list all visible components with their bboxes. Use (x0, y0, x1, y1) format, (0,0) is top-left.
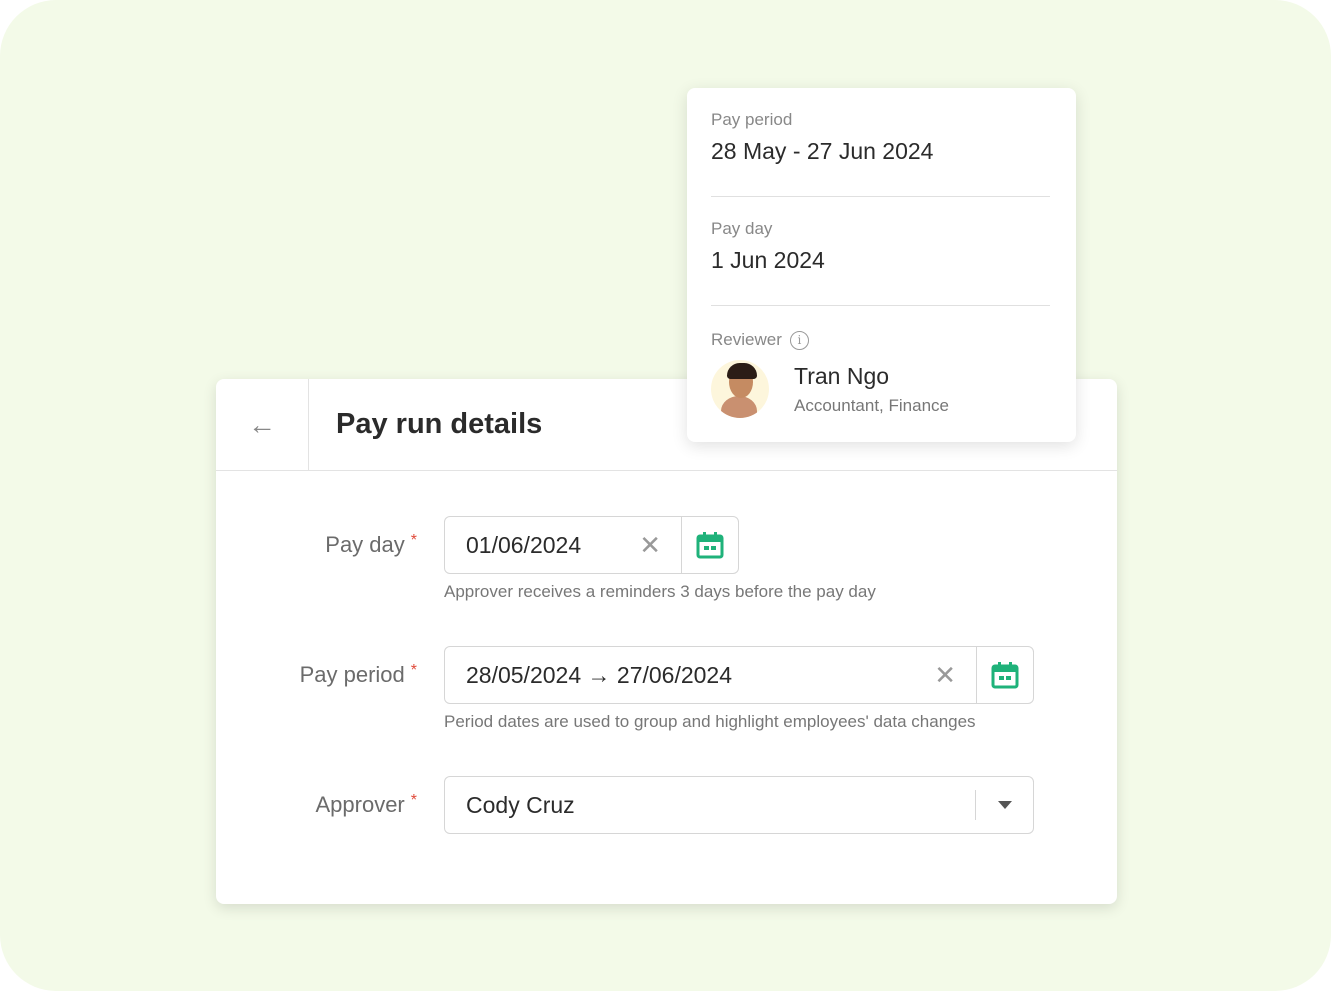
period-end: 27/06/2024 (616, 661, 733, 688)
pay-day-summary-label: Pay day (711, 219, 773, 238)
clear-icon[interactable]: ✕ (934, 660, 956, 691)
pay-day-input[interactable]: 01/06/2024 ✕ (444, 516, 739, 574)
calendar-icon (696, 532, 724, 559)
pay-run-summary-card: Pay period 28 May - 27 Jun 2024 Pay day … (687, 88, 1076, 442)
pay-period-summary-value: 28 May - 27 Jun 2024 (711, 138, 934, 164)
avatar (711, 360, 769, 418)
reviewer: Tran Ngo Accountant, Finance (711, 360, 1050, 418)
reviewer-label: Reviewer (711, 330, 782, 349)
clear-icon[interactable]: ✕ (639, 530, 661, 561)
pay-day-hint: Approver receives a reminders 3 days bef… (444, 582, 876, 601)
period-start: 28/05/2024 (466, 661, 582, 688)
reviewer-name: Tran Ngo (794, 362, 890, 389)
arrow-left-icon: ← (248, 408, 276, 440)
back-button[interactable]: ← (216, 378, 309, 471)
pay-run-details-panel: ← Pay run details Pay day * 01/06/2024 ✕ … (216, 378, 1117, 904)
calendar-button[interactable] (976, 647, 1033, 703)
pay-period-label: Pay period (299, 662, 405, 687)
page-title: Pay run details (336, 408, 543, 440)
caret-down-icon (997, 801, 1012, 809)
required-marker: * (410, 792, 417, 809)
pay-period-hint: Period dates are used to group and highl… (444, 712, 976, 731)
pay-day-summary-value: 1 Jun 2024 (711, 247, 825, 273)
pay-period-input[interactable]: 28/05/2024 → 27/06/2024 ✕ (444, 646, 1034, 704)
info-icon[interactable]: i (789, 330, 809, 350)
approver-select[interactable]: Cody Cruz (444, 776, 1034, 834)
reviewer-role: Accountant, Finance (794, 395, 949, 415)
approver-label: Approver (315, 792, 405, 817)
calendar-icon (991, 662, 1019, 689)
required-marker: * (410, 532, 417, 549)
dropdown-button[interactable] (975, 790, 1033, 820)
calendar-button[interactable] (681, 517, 738, 573)
pay-period-summary-label: Pay period (711, 110, 793, 129)
pay-day-label: Pay day (325, 532, 405, 557)
required-marker: * (410, 662, 417, 679)
arrow-right-icon: → (587, 661, 611, 688)
